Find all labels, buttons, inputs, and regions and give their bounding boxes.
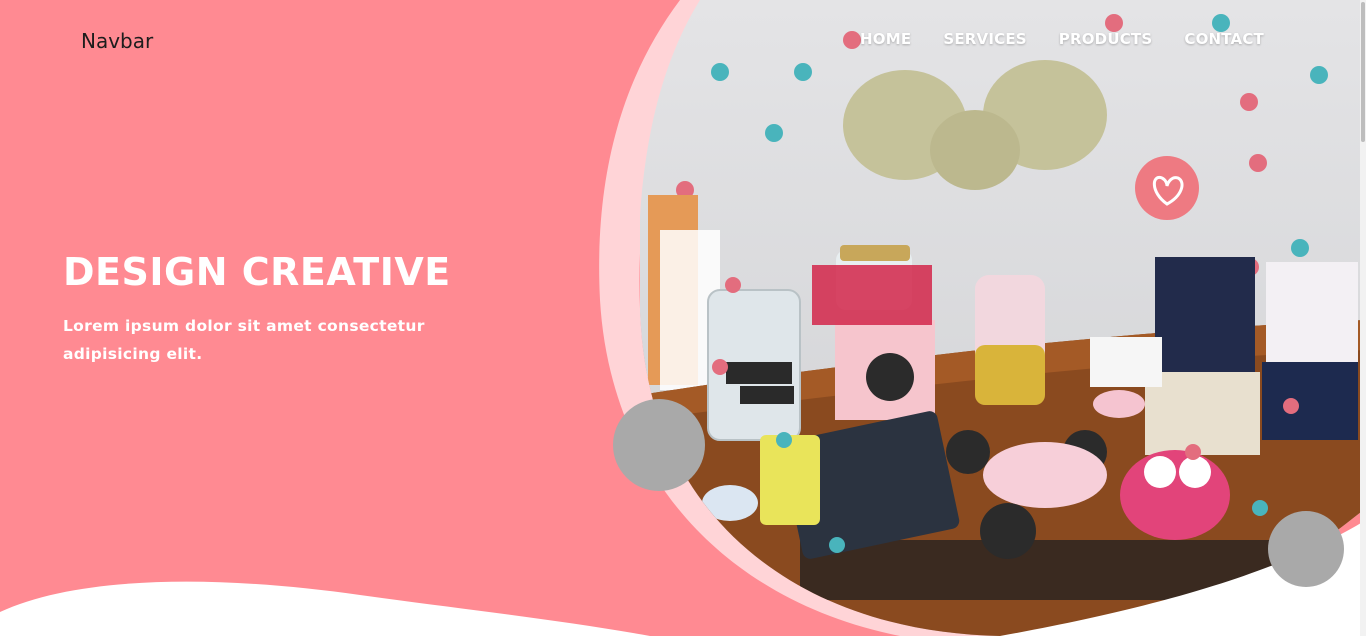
navbar-brand[interactable]: Navbar	[81, 29, 153, 53]
hero-description: Lorem ipsum dolor sit amet consectetur a…	[63, 317, 425, 363]
scrollbar-thumb[interactable]	[1361, 2, 1365, 142]
nav-link-services[interactable]: SERVICES	[943, 30, 1026, 48]
nav-link-home[interactable]: HOME	[860, 30, 911, 48]
hero-photo	[640, 0, 1366, 636]
decor-circle-left	[613, 399, 705, 491]
landing-page: Navbar HOME SERVICES PRODUCTS CONTACT DE…	[0, 0, 1366, 636]
hero-title: DESIGN CREATIVE	[63, 250, 451, 294]
nav-link-products[interactable]: PRODUCTS	[1059, 30, 1153, 48]
decor-circle-right	[1268, 511, 1344, 587]
nav-link-contact[interactable]: CONTACT	[1184, 30, 1264, 48]
page-scrollbar[interactable]	[1360, 0, 1366, 636]
main-nav: HOME SERVICES PRODUCTS CONTACT	[860, 30, 1264, 48]
